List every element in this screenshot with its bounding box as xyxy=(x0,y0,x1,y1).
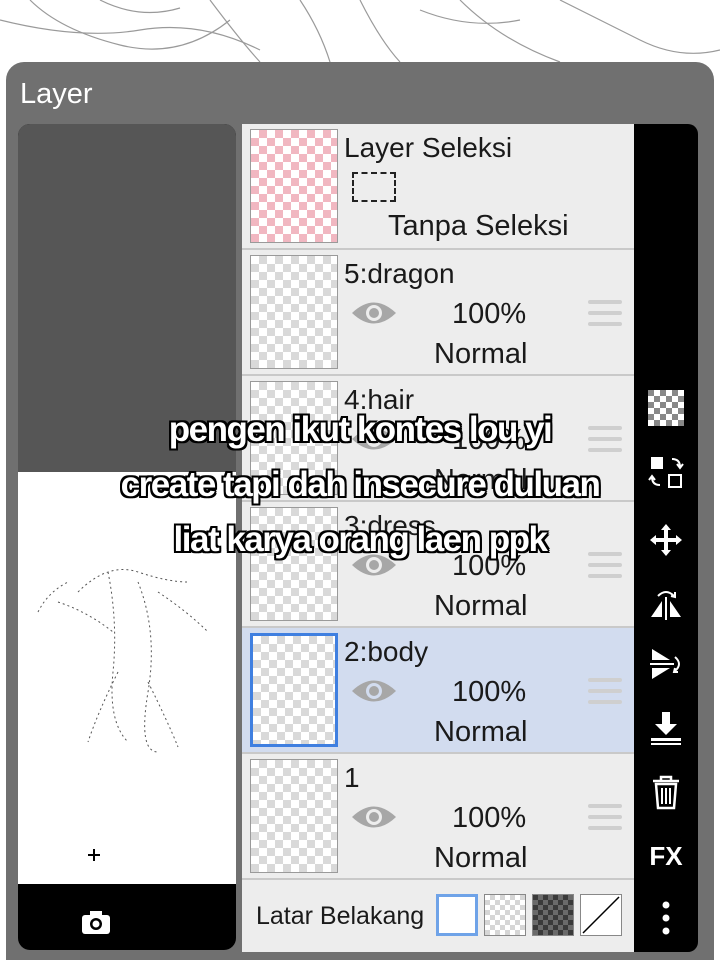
selection-icon xyxy=(352,172,396,202)
flip-vertical-icon[interactable] xyxy=(646,644,686,684)
drag-handle-icon[interactable] xyxy=(588,300,622,326)
camera-icon[interactable] xyxy=(76,902,116,942)
layer-blend-mode[interactable]: Normal xyxy=(434,338,527,371)
layer-opacity[interactable]: 100% xyxy=(452,298,526,331)
layer-thumbnail xyxy=(250,129,338,243)
trash-icon[interactable] xyxy=(646,772,686,812)
background-label: Latar Belakang xyxy=(256,902,425,930)
fx-icon[interactable]: FX xyxy=(646,836,686,876)
caption-line: create tapi dah insecure duluan xyxy=(120,465,601,504)
merge-down-icon[interactable] xyxy=(646,708,686,748)
layer-name: 1 xyxy=(344,762,360,793)
caption-line: pengen ikut kontes lou yi xyxy=(168,410,553,449)
video-caption: pengen ikut kontes lou yi create tapi da… xyxy=(60,402,660,567)
layer-thumbnail xyxy=(250,759,338,873)
layer-row[interactable]: 5:dragon 100% Normal xyxy=(242,250,634,376)
layer-blend-mode[interactable]: Normal xyxy=(434,842,527,875)
drag-handle-icon[interactable] xyxy=(588,804,622,830)
background-row: Latar Belakang xyxy=(242,880,634,952)
flip-horizontal-icon[interactable] xyxy=(140,778,180,818)
visibility-eye-icon[interactable] xyxy=(350,676,398,706)
flip-vertical-icon[interactable] xyxy=(140,836,180,876)
panel-title: Layer xyxy=(20,78,93,110)
layer-name: 5:dragon xyxy=(344,258,455,289)
flip-horizontal-icon[interactable] xyxy=(646,584,686,624)
background-dark-swatch[interactable] xyxy=(532,894,574,936)
layer-row[interactable]: 1 100% Normal xyxy=(242,754,634,880)
layer-opacity[interactable]: 100% xyxy=(452,802,526,835)
drag-handle-icon[interactable] xyxy=(588,678,622,704)
selection-status: Tanpa Seleksi xyxy=(388,210,569,242)
caption-line: liat karya orang laen ppk xyxy=(173,520,548,559)
layer-thumbnail xyxy=(250,633,338,747)
add-folder-icon[interactable] xyxy=(76,836,116,876)
layer-opacity[interactable]: 100% xyxy=(452,676,526,709)
layer-blend-mode[interactable]: Normal xyxy=(434,716,527,749)
background-none-swatch[interactable] xyxy=(580,894,622,936)
background-white-swatch[interactable] xyxy=(436,894,478,936)
add-layer-icon[interactable] xyxy=(76,778,116,818)
background-transparent-swatch[interactable] xyxy=(484,894,526,936)
layer-row-selection[interactable]: Layer Seleksi Tanpa Seleksi xyxy=(242,124,634,250)
layer-blend-mode[interactable]: Normal xyxy=(434,590,527,623)
layer-name: 2:body xyxy=(344,636,429,667)
layer-row-selected[interactable]: 2:body 100% Normal xyxy=(242,628,634,754)
layer-thumbnail xyxy=(250,255,338,369)
more-icon[interactable] xyxy=(646,898,686,938)
visibility-eye-icon[interactable] xyxy=(350,298,398,328)
visibility-eye-icon[interactable] xyxy=(350,802,398,832)
layer-name: Layer Seleksi xyxy=(344,132,513,163)
